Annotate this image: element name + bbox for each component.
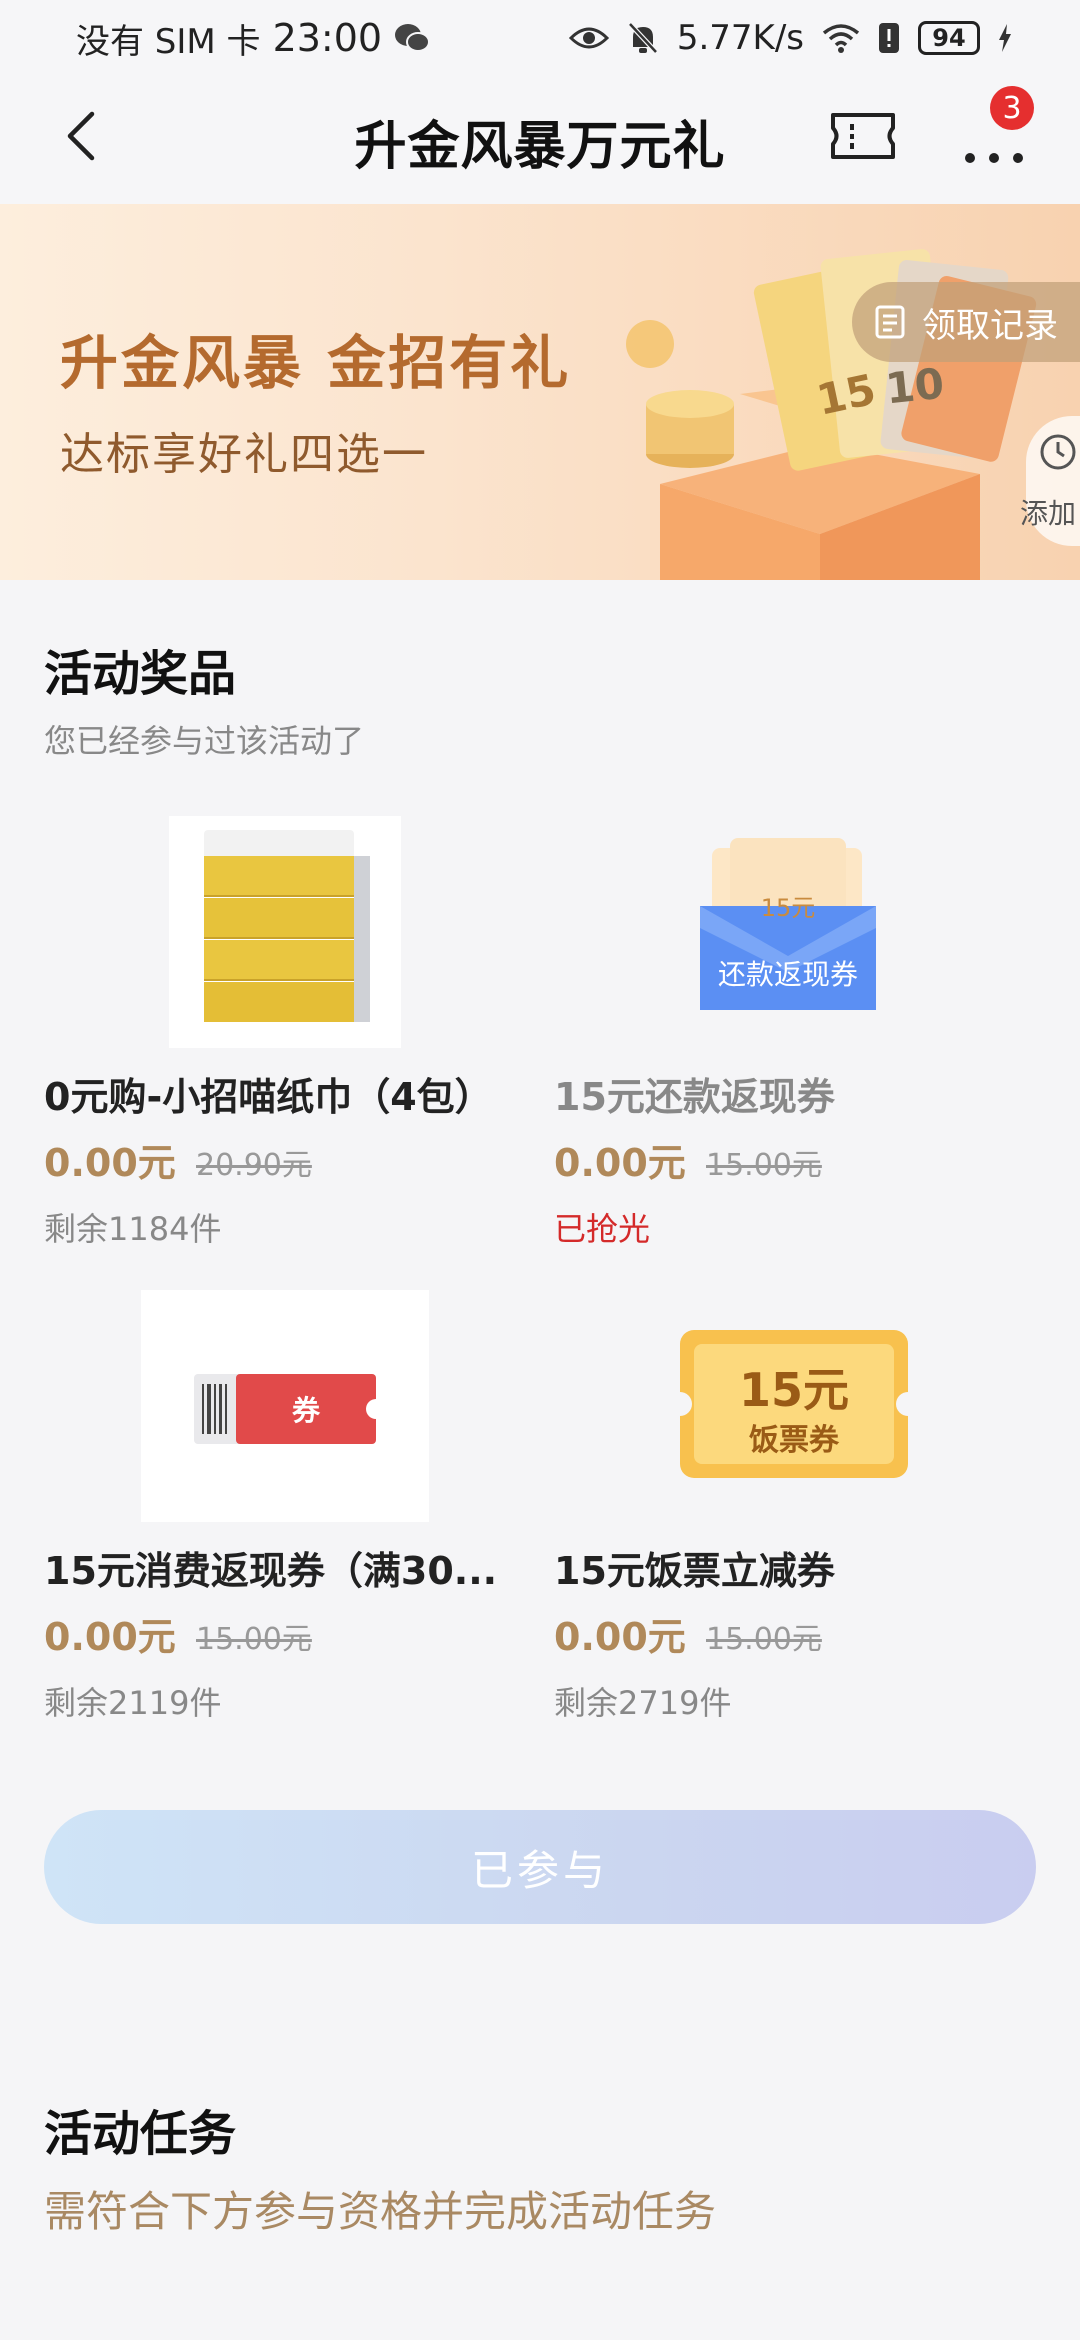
- repayment-coupon-image: 15元 还款返现券: [700, 838, 876, 1010]
- joined-button[interactable]: 已参与: [44, 1810, 1036, 1924]
- promo-banner[interactable]: 升金风暴 金招有礼 达标享好礼四选一 15 10 领取记录: [0, 204, 1080, 580]
- notification-badge: 3: [990, 86, 1034, 130]
- coupon-label: 券: [292, 1394, 321, 1427]
- clock: 23:00: [272, 16, 383, 60]
- product-price: 0.00元: [44, 1141, 176, 1185]
- clock-icon: [1040, 434, 1076, 470]
- more-icon[interactable]: [962, 136, 1026, 176]
- page-title: 升金风暴万元礼: [354, 117, 726, 177]
- art-ticket-10: 10: [883, 359, 946, 414]
- wechat-icon: [395, 24, 431, 52]
- prizes-section-subtitle: 您已经参与过该活动了: [44, 722, 365, 760]
- receipt-icon: [875, 305, 905, 339]
- banner-subline: 达标享好礼四选一: [60, 429, 428, 480]
- tasks-section-subtitle: 需符合下方参与资格并完成活动任务: [44, 2187, 717, 2236]
- product-original-price: 20.90元: [196, 1148, 312, 1183]
- product-name: 0元购-小招喵纸巾（4包）: [44, 1075, 493, 1119]
- status-left: 没有 SIM 卡 23:00: [76, 14, 431, 63]
- voucher-label: 饭票券: [749, 1423, 840, 1458]
- charging-icon: [999, 24, 1011, 52]
- records-label: 领取记录: [922, 305, 1058, 346]
- product-card[interactable]: 15元 饭票券 15元饭票立减券 0.00元 15.00元 剩余2719件: [554, 1290, 1034, 1730]
- product-original-price: 15.00元: [196, 1622, 312, 1657]
- product-card[interactable]: 15元 还款返现券 15元还款返现券 0.00元 15.00元 已抢光: [554, 816, 1034, 1256]
- product-stock: 剩余2719件: [554, 1684, 732, 1722]
- product-name: 15元饭票立减券: [554, 1549, 835, 1593]
- net-speed: 5.77K/s: [676, 18, 804, 58]
- consumption-coupon-image: 券: [141, 1290, 429, 1522]
- sim-alert-icon: [879, 23, 899, 53]
- product-price: 0.00元: [554, 1141, 686, 1185]
- product-original-price: 15.00元: [706, 1148, 822, 1183]
- product-name: 15元还款返现券: [554, 1075, 835, 1119]
- nav-bar: 升金风暴万元礼 3: [0, 76, 1080, 204]
- voucher-amount: 15元: [739, 1363, 849, 1417]
- records-button[interactable]: 领取记录: [852, 282, 1080, 362]
- prizes-section-title: 活动奖品: [44, 646, 237, 702]
- product-stock: 剩余1184件: [44, 1210, 222, 1248]
- coupon-label: 还款返现券: [718, 958, 858, 991]
- sim-status: 没有 SIM 卡: [76, 21, 261, 62]
- banner-headline: 升金风暴 金招有礼: [60, 329, 572, 397]
- app-root: 没有 SIM 卡 23:00 5.77K/s 94 升金风暴万元礼 3 升金风暴…: [0, 0, 1080, 2340]
- product-stock: 剩余2119件: [44, 1684, 222, 1722]
- status-bar: 没有 SIM 卡 23:00 5.77K/s 94: [0, 0, 1080, 76]
- add-shortcut-label: 添加: [1020, 497, 1077, 530]
- product-original-price: 15.00元: [706, 1622, 822, 1657]
- status-right: 5.77K/s 94: [568, 18, 1012, 58]
- coupon-amount: 15元: [761, 894, 816, 922]
- meal-voucher-image: 15元 饭票券: [668, 1330, 920, 1478]
- ticket-icon[interactable]: [830, 112, 896, 160]
- mute-bell-icon: [627, 22, 658, 54]
- product-price: 0.00元: [44, 1615, 176, 1659]
- wifi-icon: [822, 24, 860, 53]
- tissue-pack-image: [169, 816, 401, 1048]
- product-card[interactable]: 券 15元消费返现券（满30... 0.00元 15.00元 剩余2119件: [44, 1290, 524, 1730]
- product-name: 15元消费返现券（满30...: [44, 1549, 498, 1593]
- product-stock: 已抢光: [554, 1210, 651, 1248]
- battery-level: 94: [918, 21, 980, 55]
- product-card[interactable]: 0元购-小招喵纸巾（4包） 0.00元 20.90元 剩余1184件: [44, 816, 524, 1256]
- eye-icon: [568, 27, 609, 49]
- tasks-section-title: 活动任务: [44, 2106, 237, 2162]
- product-price: 0.00元: [554, 1615, 686, 1659]
